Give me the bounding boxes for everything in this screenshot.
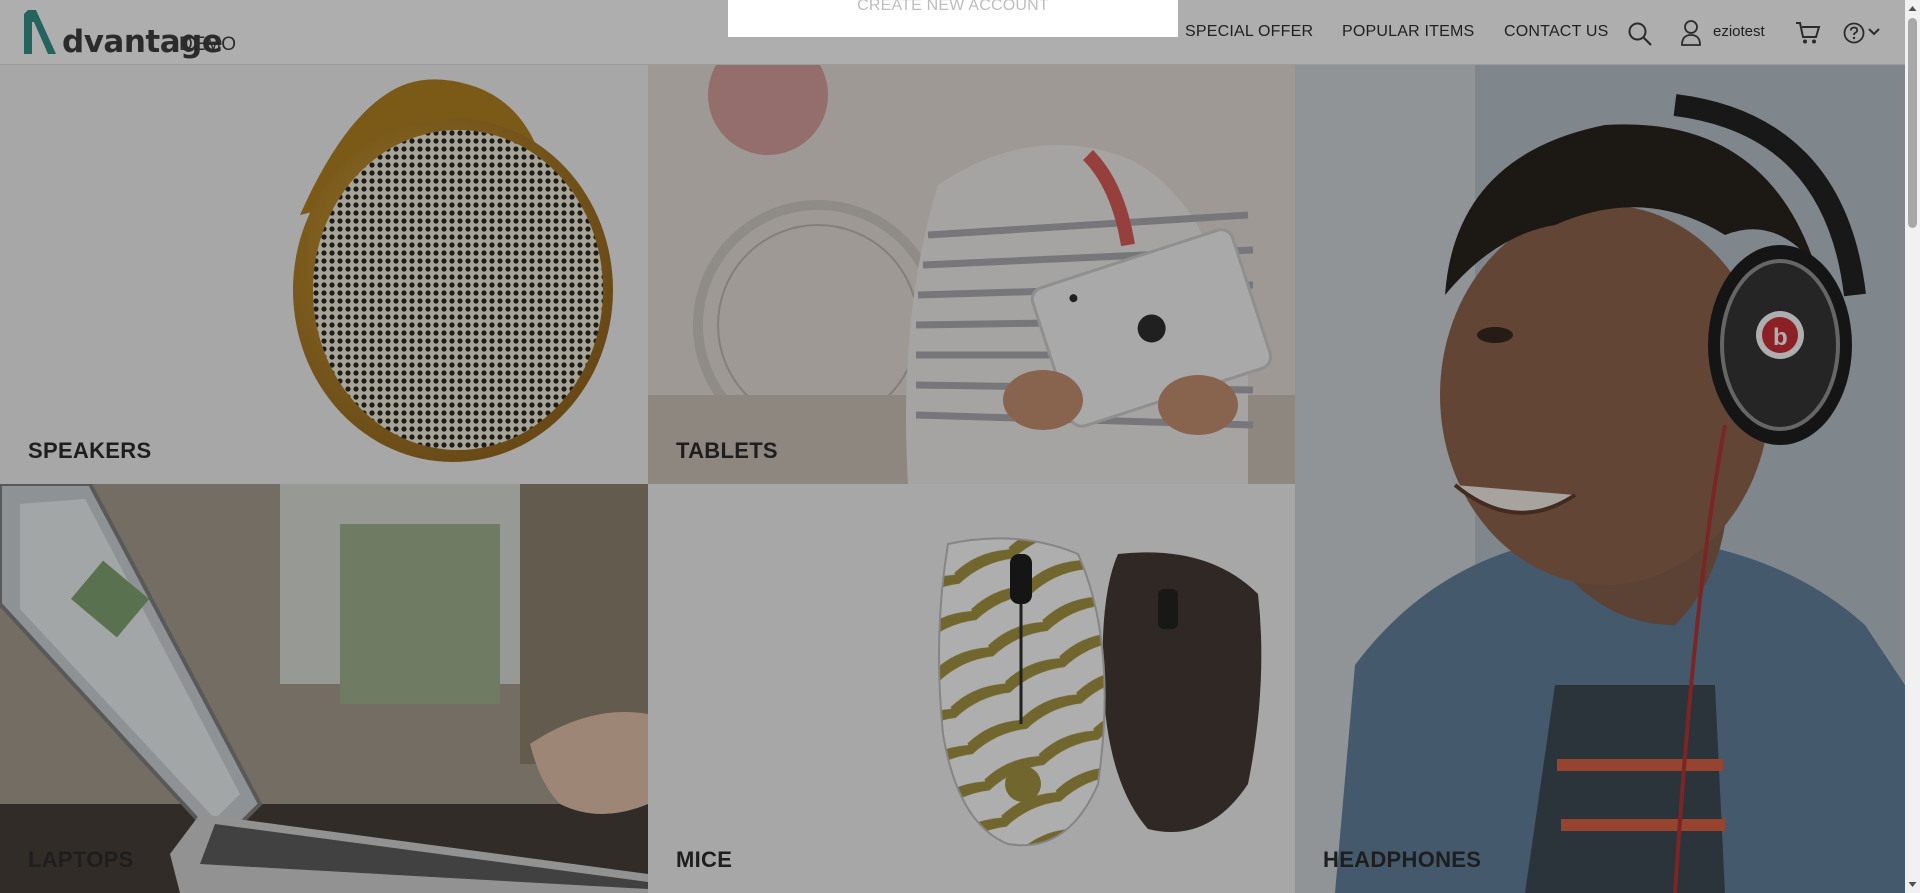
tile-tablets[interactable]: TABLETS xyxy=(648,65,1295,484)
tablet-image xyxy=(648,65,1295,484)
cart-icon[interactable] xyxy=(1795,21,1821,45)
svg-text:b: b xyxy=(1773,324,1788,351)
tile-laptops[interactable]: LAPTOPS xyxy=(0,484,648,893)
logo-mark-icon xyxy=(24,10,56,54)
speaker-image xyxy=(293,79,613,462)
scroll-thumb[interactable] xyxy=(1908,18,1917,228)
laptop-image xyxy=(0,484,648,893)
logo-demo: DEMO xyxy=(179,34,236,55)
tile-label-mice: MICE xyxy=(676,847,733,872)
headphones-image: b xyxy=(1295,65,1905,893)
tile-label-tablets: TABLETS xyxy=(676,438,778,463)
user-icon[interactable] xyxy=(1680,19,1702,47)
nav-special-offer[interactable]: SPECIAL OFFER xyxy=(1185,23,1313,41)
scroll-down-icon[interactable] xyxy=(1908,880,1917,889)
login-modal: CREATE NEW ACCOUNT xyxy=(728,0,1178,37)
tile-label-laptops: LAPTOPS xyxy=(28,847,134,872)
tile-label-speakers: SPEAKERS xyxy=(28,438,152,463)
tile-speakers[interactable]: SPEAKERS xyxy=(0,65,648,484)
page-scrollbar[interactable] xyxy=(1905,0,1920,893)
create-account-link[interactable]: CREATE NEW ACCOUNT xyxy=(728,0,1178,15)
chevron-down-icon[interactable] xyxy=(1868,27,1880,37)
tile-label-headphones: HEADPHONES xyxy=(1323,847,1482,872)
mice-image xyxy=(938,537,1262,847)
search-icon[interactable] xyxy=(1627,21,1653,47)
help-icon[interactable] xyxy=(1843,22,1865,44)
nav-popular-items[interactable]: POPULAR ITEMS xyxy=(1342,23,1474,41)
scroll-up-icon[interactable] xyxy=(1908,4,1917,13)
nav-contact-us[interactable]: CONTACT US xyxy=(1504,23,1609,41)
tile-headphones[interactable]: b HEADPHONES xyxy=(1295,65,1905,893)
tile-mice[interactable]: MICE xyxy=(648,484,1295,893)
username-label[interactable]: eziotest xyxy=(1713,23,1765,40)
